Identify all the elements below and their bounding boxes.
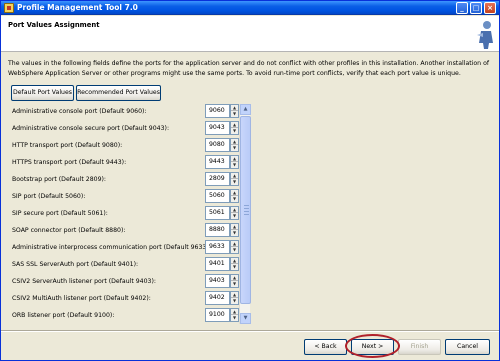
- scroll-down-icon[interactable]: ▼: [240, 313, 251, 324]
- spin-down-icon[interactable]: ▼: [231, 230, 238, 236]
- recommended-port-values-label: Recommended Port Values: [77, 89, 160, 96]
- description-text: The values in the following fields defin…: [8, 60, 490, 77]
- grip-line: [244, 211, 249, 212]
- port-label: ORB listener port (Default 9100):: [12, 312, 115, 319]
- port-row: SIP secure port (Default 5061): 5061 ▲ ▼: [9, 206, 241, 222]
- port-spinner[interactable]: ▲ ▼: [230, 308, 239, 322]
- port-row: CSIV2 ServerAuth listener port (Default …: [9, 274, 241, 290]
- port-row: Bootstrap port (Default 2809): 2809 ▲ ▼: [9, 172, 241, 188]
- spin-down-icon[interactable]: ▼: [231, 145, 238, 151]
- port-row: Administrative console secure port (Defa…: [9, 121, 241, 137]
- port-label: HTTP transport port (Default 9080):: [12, 142, 123, 149]
- port-input[interactable]: 9043: [205, 121, 230, 135]
- recommended-port-values-button[interactable]: Recommended Port Values: [76, 85, 161, 101]
- port-input[interactable]: 9060: [205, 104, 230, 118]
- port-input[interactable]: 8880: [205, 223, 230, 237]
- port-row: SAS SSL ServerAuth port (Default 9401): …: [9, 257, 241, 273]
- port-input[interactable]: 5060: [205, 189, 230, 203]
- port-spinner[interactable]: ▲ ▼: [230, 223, 239, 237]
- port-label: SIP port (Default 5060):: [12, 193, 86, 200]
- wizard-window: Profile Management Tool 7.0 _ □ × Port V…: [0, 0, 500, 361]
- port-label: HTTPS transport port (Default 9443):: [12, 159, 127, 166]
- port-label: SIP secure port (Default 5061):: [12, 210, 108, 217]
- port-spinner[interactable]: ▲ ▼: [230, 121, 239, 135]
- port-spinner[interactable]: ▲ ▼: [230, 206, 239, 220]
- grip-line: [244, 208, 249, 209]
- port-spinner[interactable]: ▲ ▼: [230, 138, 239, 152]
- spin-down-icon[interactable]: ▼: [231, 264, 238, 270]
- port-spinner[interactable]: ▲ ▼: [230, 189, 239, 203]
- header-panel: Port Values Assignment: [1, 16, 499, 52]
- port-label: SOAP connector port (Default 8880):: [12, 227, 126, 234]
- port-label: Administrative interprocess communicatio…: [12, 244, 220, 251]
- websphere-figure-icon: [477, 21, 493, 49]
- port-input[interactable]: 9633: [205, 240, 230, 254]
- window-title: Profile Management Tool 7.0: [17, 3, 138, 12]
- port-spinner[interactable]: ▲ ▼: [230, 240, 239, 254]
- port-spinner[interactable]: ▲ ▼: [230, 274, 239, 288]
- port-input[interactable]: 5061: [205, 206, 230, 220]
- spin-down-icon[interactable]: ▼: [231, 179, 238, 185]
- port-spinner[interactable]: ▲ ▼: [230, 291, 239, 305]
- app-icon: [4, 3, 14, 13]
- port-spinner[interactable]: ▲ ▼: [230, 257, 239, 271]
- spin-down-icon[interactable]: ▼: [231, 196, 238, 202]
- grip-line: [244, 205, 249, 206]
- cancel-label: Cancel: [457, 343, 478, 350]
- port-input[interactable]: 9100: [205, 308, 230, 322]
- port-row: Administrative console port (Default 906…: [9, 104, 241, 120]
- default-port-values-label: Default Port Values: [12, 89, 73, 96]
- port-row: SIP port (Default 5060): 5060 ▲ ▼: [9, 189, 241, 205]
- spin-down-icon[interactable]: ▼: [231, 162, 238, 168]
- port-label: Administrative console port (Default 906…: [12, 108, 147, 115]
- port-row: CSIV2 MultiAuth listener port (Default 9…: [9, 291, 241, 307]
- port-label: SAS SSL ServerAuth port (Default 9401):: [12, 261, 139, 268]
- spin-down-icon[interactable]: ▼: [231, 247, 238, 253]
- port-row: SOAP connector port (Default 8880): 8880…: [9, 223, 241, 239]
- spin-down-icon[interactable]: ▼: [231, 128, 238, 134]
- footer-divider: [1, 330, 499, 332]
- port-input[interactable]: 9402: [205, 291, 230, 305]
- spin-down-icon[interactable]: ▼: [231, 213, 238, 219]
- scroll-thumb[interactable]: [240, 116, 251, 304]
- port-row: HTTP transport port (Default 9080): 9080…: [9, 138, 241, 154]
- port-label: Administrative console secure port (Defa…: [12, 125, 170, 132]
- port-label: CSIV2 ServerAuth listener port (Default …: [12, 278, 156, 285]
- port-input[interactable]: 9443: [205, 155, 230, 169]
- back-label: < Back: [314, 343, 337, 350]
- spin-down-icon[interactable]: ▼: [231, 111, 238, 117]
- scroll-up-icon[interactable]: ▲: [240, 104, 251, 115]
- port-row: ORB listener port (Default 9100): 9100 ▲…: [9, 308, 241, 324]
- port-label: CSIV2 MultiAuth listener port (Default 9…: [12, 295, 151, 302]
- grip-line: [244, 214, 249, 215]
- page-title: Port Values Assignment: [8, 21, 100, 29]
- port-spinner[interactable]: ▲ ▼: [230, 172, 239, 186]
- title-bar[interactable]: Profile Management Tool 7.0 _ □ ×: [1, 1, 499, 15]
- spin-down-icon[interactable]: ▼: [231, 281, 238, 287]
- port-label: Bootstrap port (Default 2809):: [12, 176, 107, 183]
- cancel-button[interactable]: Cancel: [445, 339, 490, 355]
- vertical-scrollbar[interactable]: ▲ ▼: [239, 104, 251, 324]
- port-row: HTTPS transport port (Default 9443): 944…: [9, 155, 241, 171]
- maximize-button[interactable]: □: [470, 2, 482, 14]
- port-list: Administrative console port (Default 906…: [9, 104, 249, 324]
- minimize-button[interactable]: _: [456, 2, 468, 14]
- close-button[interactable]: ×: [484, 2, 496, 14]
- port-row: Administrative interprocess communicatio…: [9, 240, 241, 256]
- port-spinner[interactable]: ▲ ▼: [230, 104, 239, 118]
- port-input[interactable]: 2809: [205, 172, 230, 186]
- port-input[interactable]: 9401: [205, 257, 230, 271]
- finish-button[interactable]: Finish: [398, 339, 441, 355]
- port-input[interactable]: 9080: [205, 138, 230, 152]
- finish-label: Finish: [410, 343, 429, 350]
- port-spinner[interactable]: ▲ ▼: [230, 155, 239, 169]
- next-highlight-annotation: [345, 334, 400, 358]
- port-input[interactable]: 9403: [205, 274, 230, 288]
- spin-down-icon[interactable]: ▼: [231, 315, 238, 321]
- back-button[interactable]: < Back: [304, 339, 347, 355]
- default-port-values-button[interactable]: Default Port Values: [11, 85, 74, 101]
- spin-down-icon[interactable]: ▼: [231, 298, 238, 304]
